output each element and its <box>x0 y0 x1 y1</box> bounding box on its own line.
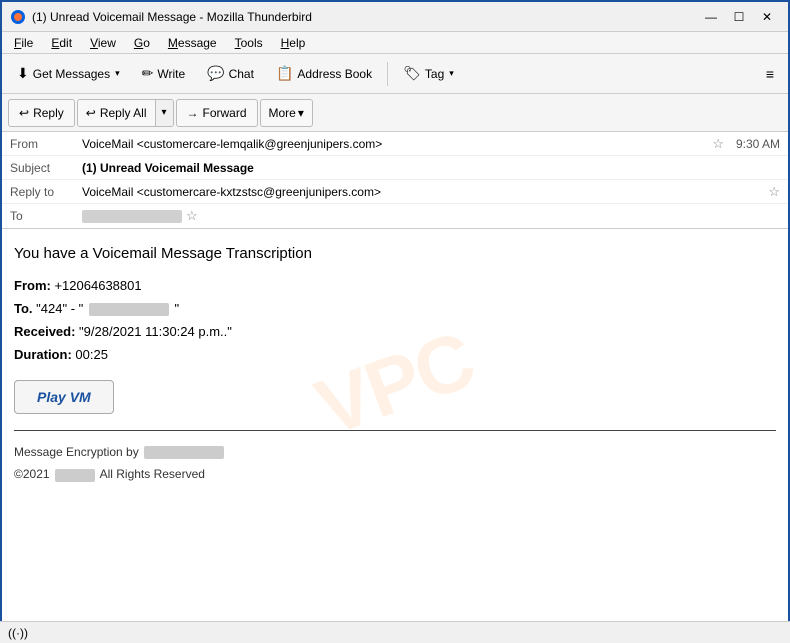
encryption-line: Message Encryption by <box>14 445 776 459</box>
copyright-line: ©2021 All Rights Reserved <box>14 467 776 481</box>
tag-button[interactable]: 🏷 Tag ▾ <box>394 59 463 89</box>
menu-file[interactable]: File <box>6 34 41 52</box>
app-icon <box>10 9 26 25</box>
email-body: VPC You have a Voicemail Message Transcr… <box>2 229 788 539</box>
header-from-row: From VoiceMail <customercare-lemqalik@gr… <box>2 132 788 156</box>
reply-button[interactable]: ↩ Reply <box>8 99 75 127</box>
body-to-line: To. "424" - " " <box>14 301 776 316</box>
more-dropdown-arrow: ▾ <box>298 106 304 120</box>
from-label: From <box>10 137 82 151</box>
menu-message[interactable]: Message <box>160 34 225 52</box>
write-button[interactable]: ✏ Write <box>133 59 195 89</box>
write-icon: ✏ <box>142 65 154 82</box>
menu-help[interactable]: Help <box>273 34 314 52</box>
reply-to-label: Reply to <box>10 185 82 199</box>
connection-status-icon: ((·)) <box>8 626 28 640</box>
title-bar-left: (1) Unread Voicemail Message - Mozilla T… <box>10 9 312 25</box>
body-from-line: From: +12064638801 <box>14 278 776 293</box>
toolbar-separator <box>387 62 388 86</box>
status-bar: ((·)) <box>0 621 790 643</box>
reply-all-main[interactable]: ↩ Reply All <box>78 100 155 126</box>
address-book-icon: 📋 <box>276 65 293 82</box>
reply-toolbar: ↩ Reply ↩ Reply All ▾ → Forward More ▾ <box>2 94 788 132</box>
menu-edit[interactable]: Edit <box>43 34 80 52</box>
get-messages-arrow[interactable]: ▾ <box>115 68 120 79</box>
reply-icon: ↩ <box>19 106 29 120</box>
body-received-line: Received: "9/28/2021 11:30:24 p.m.." <box>14 324 776 339</box>
reply-all-button-group[interactable]: ↩ Reply All ▾ <box>77 99 174 127</box>
body-duration-line: Duration: 00:25 <box>14 347 776 362</box>
play-vm-button[interactable]: Play VM <box>14 380 114 414</box>
to-body-blurred <box>89 303 169 316</box>
menu-go[interactable]: Go <box>126 34 158 52</box>
from-value: VoiceMail <customercare-lemqalik@greenju… <box>82 137 708 151</box>
to-star-icon[interactable]: ☆ <box>186 208 198 224</box>
window-title: (1) Unread Voicemail Message - Mozilla T… <box>32 10 312 24</box>
header-to-row: To ☆ <box>2 204 788 228</box>
address-book-button[interactable]: 📋 Address Book <box>267 59 381 89</box>
menu-bar: File Edit View Go Message Tools Help <box>2 32 788 54</box>
menu-tools[interactable]: Tools <box>227 34 271 52</box>
window-controls[interactable]: — ☐ ✕ <box>698 7 780 27</box>
body-divider <box>14 430 776 431</box>
replyto-star-icon[interactable]: ☆ <box>768 184 780 200</box>
close-button[interactable]: ✕ <box>754 7 780 27</box>
subject-value: (1) Unread Voicemail Message <box>82 161 780 175</box>
encryption-blurred <box>144 446 224 459</box>
header-replyto-row: Reply to VoiceMail <customercare-kxtzsts… <box>2 180 788 204</box>
forward-icon: → <box>187 106 199 120</box>
maximize-button[interactable]: ☐ <box>726 7 752 27</box>
email-header: From VoiceMail <customercare-lemqalik@gr… <box>2 132 788 229</box>
hamburger-menu-button[interactable]: ≡ <box>758 62 782 86</box>
from-star-icon[interactable]: ☆ <box>712 136 724 152</box>
reply-to-value: VoiceMail <customercare-kxtzstsc@greenju… <box>82 185 764 199</box>
main-toolbar: ⬇ Get Messages ▾ ✏ Write 💬 Chat 📋 Addres… <box>2 54 788 94</box>
get-messages-button[interactable]: ⬇ Get Messages ▾ <box>8 59 129 89</box>
copyright-blurred <box>55 469 95 482</box>
chat-button[interactable]: 💬 Chat <box>198 59 263 89</box>
chat-icon: 💬 <box>207 65 224 82</box>
title-bar: (1) Unread Voicemail Message - Mozilla T… <box>2 2 788 32</box>
subject-label: Subject <box>10 161 82 175</box>
header-subject-row: Subject (1) Unread Voicemail Message <box>2 156 788 180</box>
menu-view[interactable]: View <box>82 34 124 52</box>
forward-button[interactable]: → Forward <box>176 99 258 127</box>
minimize-button[interactable]: — <box>698 7 724 27</box>
to-label: To <box>10 209 82 223</box>
tag-icon: 🏷 <box>403 65 421 82</box>
reply-all-icon: ↩ <box>86 106 96 120</box>
tag-arrow[interactable]: ▾ <box>449 68 454 79</box>
get-messages-icon: ⬇ <box>17 65 29 82</box>
reply-all-dropdown-arrow[interactable]: ▾ <box>155 100 173 126</box>
email-time: 9:30 AM <box>736 137 780 151</box>
body-title: You have a Voicemail Message Transcripti… <box>14 245 776 262</box>
to-value-blurred <box>82 210 182 223</box>
more-button[interactable]: More ▾ <box>260 99 313 127</box>
